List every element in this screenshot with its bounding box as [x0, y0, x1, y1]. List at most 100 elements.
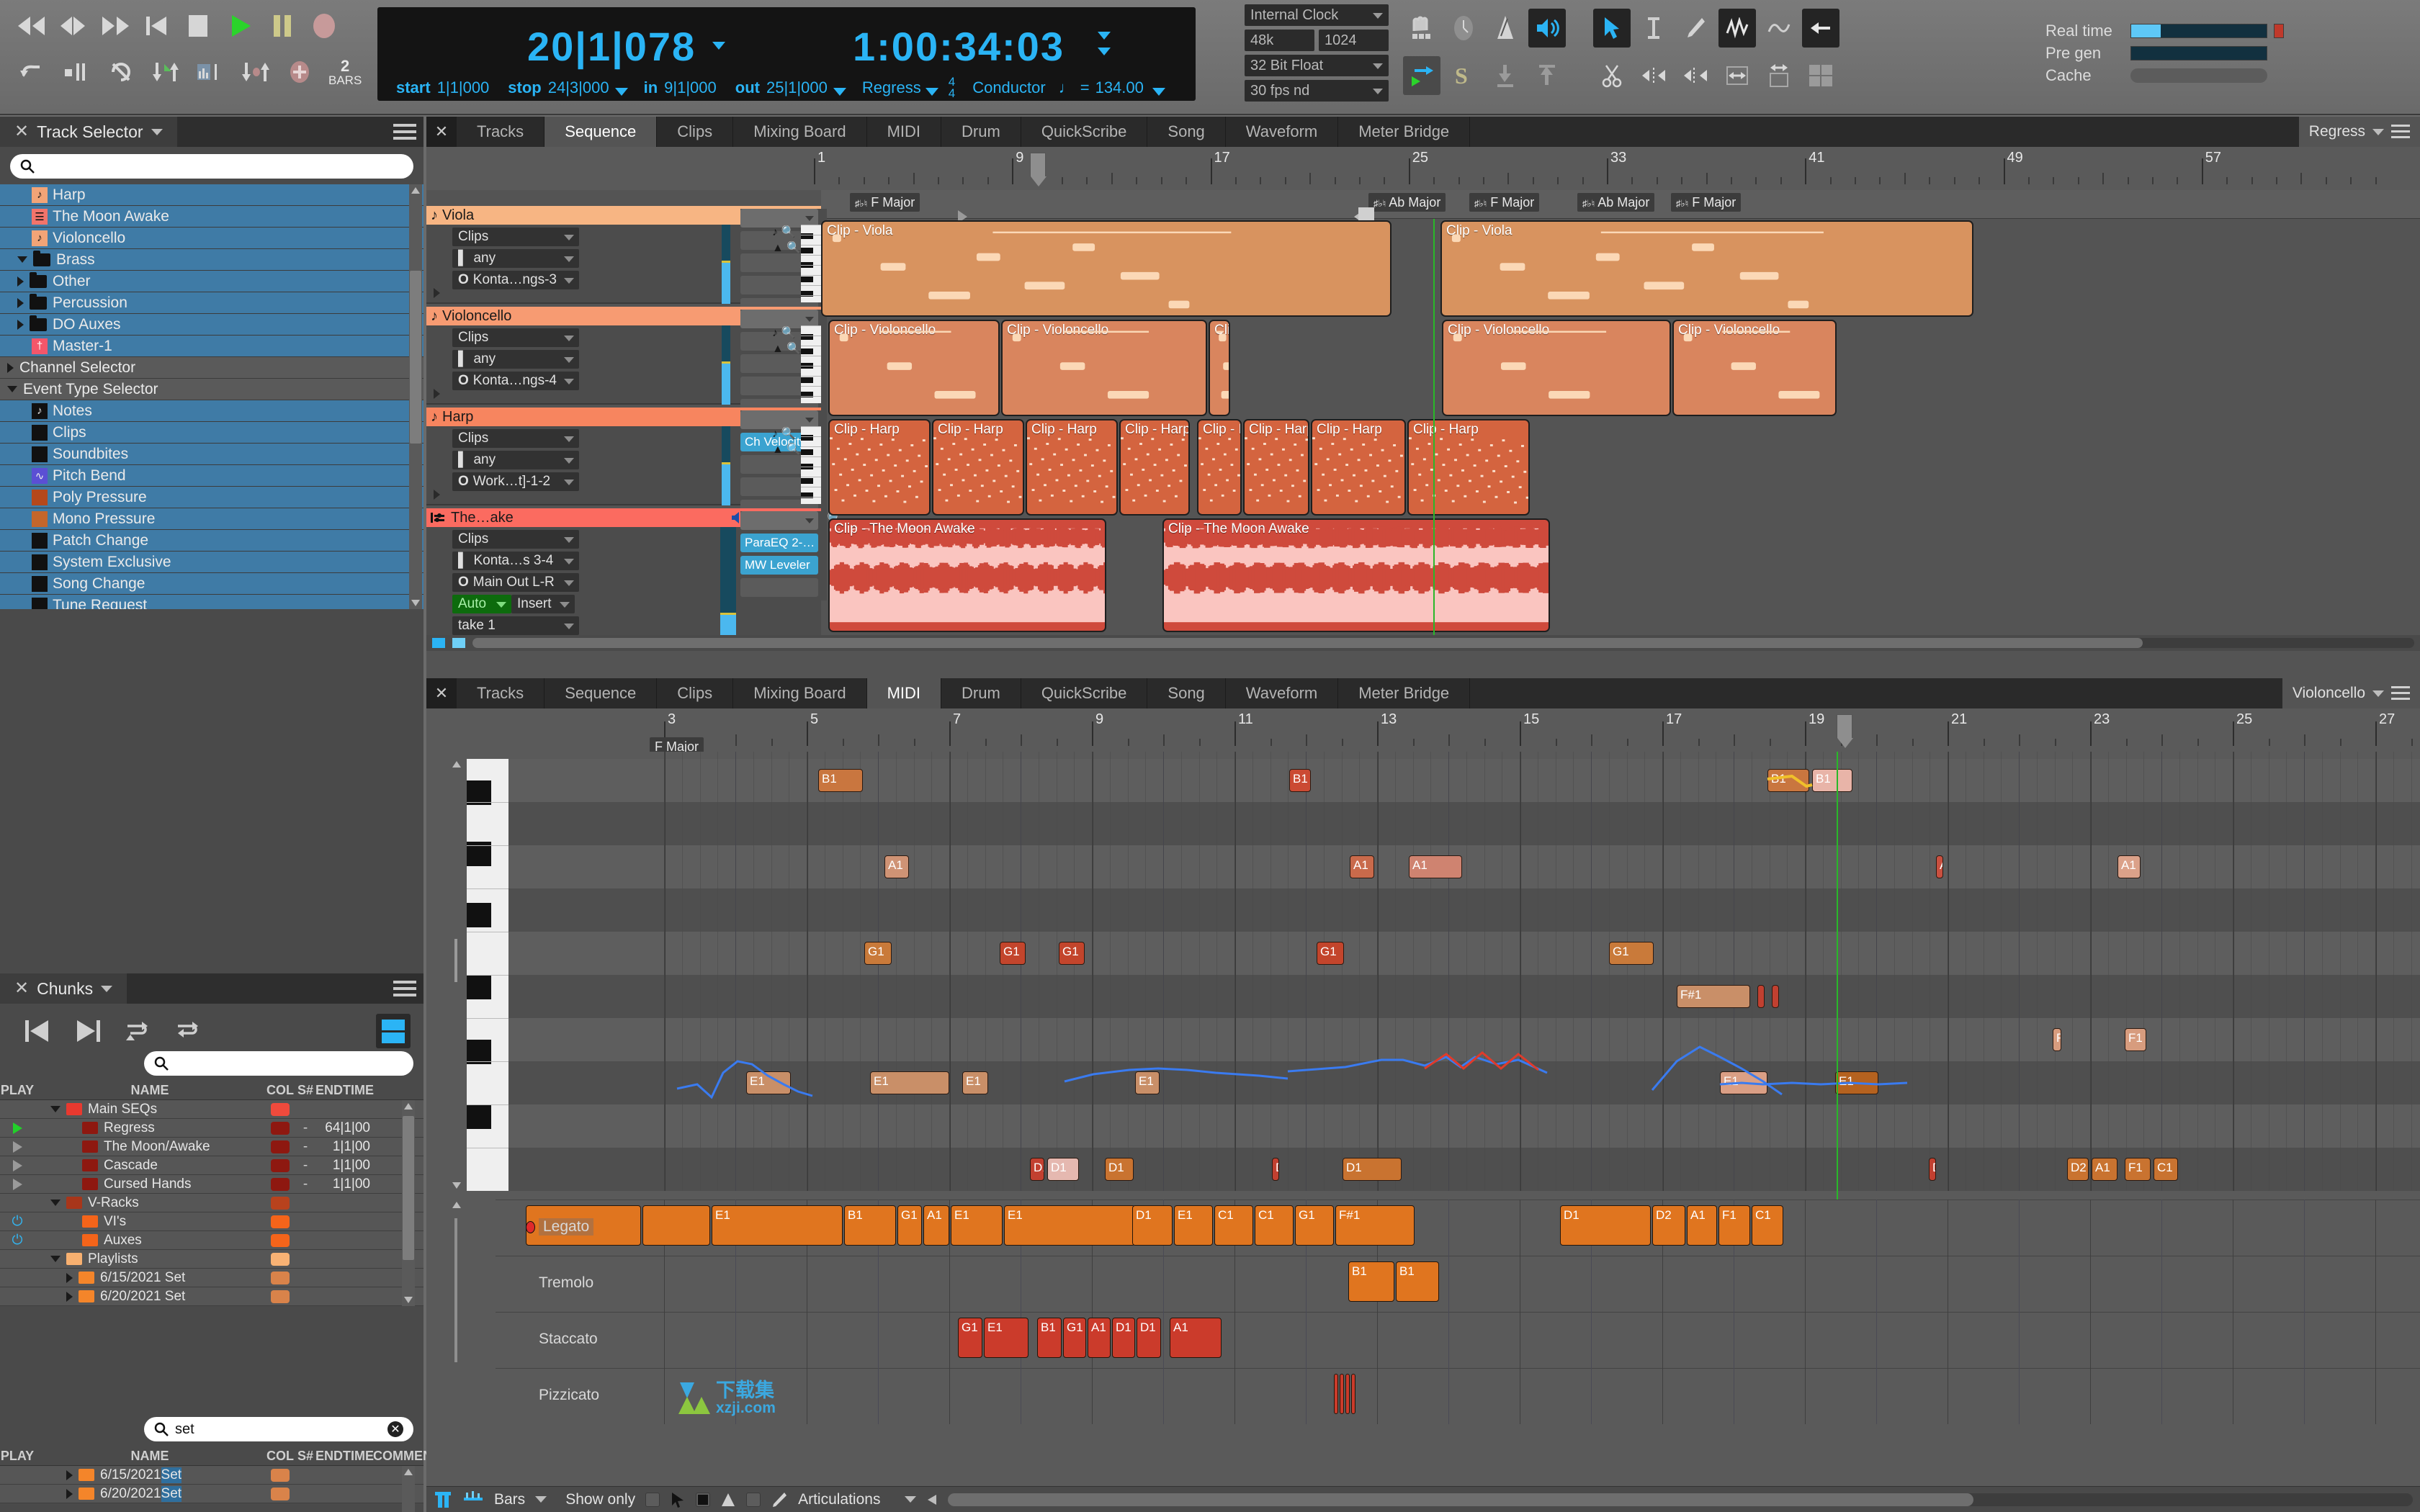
tempo-value[interactable]: 134.00: [1095, 78, 1144, 97]
tempo-chevron-icon[interactable]: [1152, 87, 1165, 96]
volume-zoom-icon[interactable]: ▲ 🔍: [772, 240, 801, 256]
expand-arrow-icon[interactable]: [17, 297, 24, 308]
chunk-row[interactable]: V-Racks: [0, 1194, 424, 1212]
automation-mode-select[interactable]: Auto: [452, 595, 511, 613]
articulation-block[interactable]: E1: [984, 1318, 1028, 1358]
wave-tool-icon[interactable]: [1760, 9, 1798, 48]
power-icon[interactable]: ⏻: [12, 1214, 22, 1230]
insert-slot-2[interactable]: MW Leveler: [740, 556, 818, 575]
chunk-row[interactable]: 6/15/2021 Set: [0, 1269, 424, 1287]
chain-chunks-icon[interactable]: [121, 1014, 156, 1048]
stop-value[interactable]: 24|3|000: [548, 78, 609, 97]
volume-zoom-icon[interactable]: ▲ 🔍: [772, 341, 801, 357]
chunk-row[interactable]: 6/20/2021 Set: [0, 1287, 424, 1306]
midi-note[interactable]: D1: [1272, 1158, 1279, 1181]
articulation-block[interactable]: B1: [844, 1205, 896, 1246]
pencil-tool-icon[interactable]: [1677, 9, 1714, 48]
chunks-search-box[interactable]: [144, 1051, 413, 1076]
midi-note[interactable]: B1: [1289, 769, 1311, 792]
volume-zoom-icon[interactable]: ▲ 🔍: [772, 442, 801, 458]
next-chunk-icon[interactable]: [71, 1014, 105, 1048]
tab-midi[interactable]: MIDI: [866, 117, 942, 147]
clock-source-select[interactable]: Internal Clock: [1245, 4, 1389, 26]
clear-search-icon[interactable]: ✕: [387, 1421, 403, 1437]
clip-indicator[interactable]: [2274, 24, 2284, 38]
articulation-block[interactable]: [1334, 1374, 1338, 1414]
articulation-block[interactable]: C1: [1214, 1205, 1253, 1246]
return-to-start-button[interactable]: [141, 10, 173, 42]
note-zoom-icon[interactable]: ♪ 🔍: [772, 325, 801, 341]
midi-note[interactable]: F1: [2053, 1028, 2061, 1051]
key-signature[interactable]: ♯♭♮ F Major: [850, 193, 920, 212]
midi-note[interactable]: F1: [2125, 1028, 2146, 1051]
clip[interactable]: Clip - Viola: [1440, 220, 1973, 317]
midi-note[interactable]: E1: [1835, 1071, 1878, 1094]
reshape-tool-icon[interactable]: [1718, 9, 1756, 48]
results-table-body[interactable]: 6/15/2021 Set 6/20/2021 Set: [0, 1466, 424, 1512]
loop-chunks-icon[interactable]: [171, 1014, 206, 1048]
track-zoom-controls[interactable]: ♪ 🔍 ▲ 🔍: [772, 426, 801, 459]
pointer-filter-icon[interactable]: [670, 1491, 686, 1508]
articulation-block[interactable]: [1340, 1374, 1344, 1414]
horizontal-scrollbar[interactable]: [948, 1493, 2413, 1506]
play-button[interactable]: [225, 10, 256, 42]
tab-quickscribe[interactable]: QuickScribe: [1021, 117, 1148, 147]
chunk-row[interactable]: Regress - 64|1|00: [0, 1119, 424, 1138]
key-signature[interactable]: ♯♭♮ Ab Major: [1368, 193, 1446, 212]
pointer-tool-icon[interactable]: [1593, 9, 1631, 48]
track-search-box[interactable]: [10, 154, 413, 179]
midi-note[interactable]: E1: [1720, 1071, 1767, 1094]
note-zoom-icon[interactable]: ♪ 🔍: [772, 426, 801, 442]
collapse-arrow-icon[interactable]: [50, 1256, 60, 1262]
expand-arrow-icon[interactable]: [17, 319, 24, 330]
insert-slot-1[interactable]: ParaEQ 2-…: [740, 534, 818, 552]
time-signature[interactable]: 4 4: [949, 76, 955, 99]
clip[interactable]: Clip - Harp: [1407, 419, 1530, 516]
frame-rate-select[interactable]: 30 fps nd: [1245, 80, 1389, 102]
expand-arrow-icon[interactable]: [66, 1291, 73, 1302]
scroll-left-icon[interactable]: [926, 1493, 938, 1506]
chunk-color-swatch[interactable]: [271, 1196, 290, 1210]
stretch-icon[interactable]: [1718, 56, 1756, 95]
rewind-button[interactable]: [16, 10, 48, 42]
track-item-4[interactable]: Other: [0, 271, 424, 292]
collapse-arrow-icon[interactable]: [17, 256, 27, 263]
articulation-block[interactable]: E1: [712, 1205, 843, 1246]
chevron-down-icon[interactable]: [2372, 690, 2384, 697]
in-value[interactable]: 9|1|000: [664, 78, 717, 97]
event-type-0[interactable]: ♪ Notes: [0, 400, 424, 422]
clips-select[interactable]: Clips: [452, 228, 579, 246]
snap-icon[interactable]: [60, 56, 92, 88]
sample-rate-field[interactable]: 48k: [1245, 30, 1314, 51]
track-item-2[interactable]: ♪ Violoncello: [0, 228, 424, 249]
output-select[interactable]: O Work…t]-1-2: [452, 472, 579, 491]
timecode-counter[interactable]: 1:00:34:03: [853, 23, 1065, 70]
i-beam-tool-icon[interactable]: [1635, 9, 1672, 48]
tab-quickscribe[interactable]: QuickScribe: [1021, 678, 1148, 708]
import-icon[interactable]: [1487, 56, 1524, 95]
midi-note[interactable]: A1: [1936, 855, 1943, 878]
units-chevron-icon[interactable]: [535, 1496, 547, 1503]
event-type-3[interactable]: ∿ Pitch Bend: [0, 465, 424, 487]
selection-handle[interactable]: [1358, 207, 1374, 220]
output-select[interactable]: O Konta…ngs-4: [452, 372, 579, 390]
midi-note[interactable]: D1: [1343, 1158, 1402, 1181]
play-chunk-icon[interactable]: [12, 1140, 22, 1153]
chevron-down-icon[interactable]: [101, 985, 113, 992]
mini-keyboard[interactable]: [801, 325, 821, 403]
playhead-handle[interactable]: [1030, 153, 1047, 186]
tab-midi[interactable]: MIDI: [866, 678, 942, 708]
stop-chevron-icon[interactable]: [614, 87, 628, 96]
articulation-block[interactable]: D1: [1560, 1205, 1651, 1246]
sequence-body[interactable]: ♯♭♮ F Major ♯♭♮ Ab Major ♯♭♮ F Major ♯♭♮ Ab…: [426, 190, 2420, 651]
chunks-tab[interactable]: ✕ Chunks: [0, 973, 127, 1004]
event-type-5[interactable]: Mono Pressure: [0, 508, 424, 530]
tab-song[interactable]: Song: [1147, 678, 1226, 708]
solo-icon[interactable]: S: [1445, 56, 1482, 95]
results-scrollbar[interactable]: [402, 1466, 415, 1512]
chunk-row[interactable]: ⏻ VI's: [0, 1212, 424, 1231]
articulation-block[interactable]: A1: [1088, 1318, 1111, 1358]
editor-target-selector[interactable]: Regress: [2298, 117, 2420, 147]
auto-scroll-icon[interactable]: [1403, 56, 1440, 95]
insert-header[interactable]: [740, 511, 818, 530]
